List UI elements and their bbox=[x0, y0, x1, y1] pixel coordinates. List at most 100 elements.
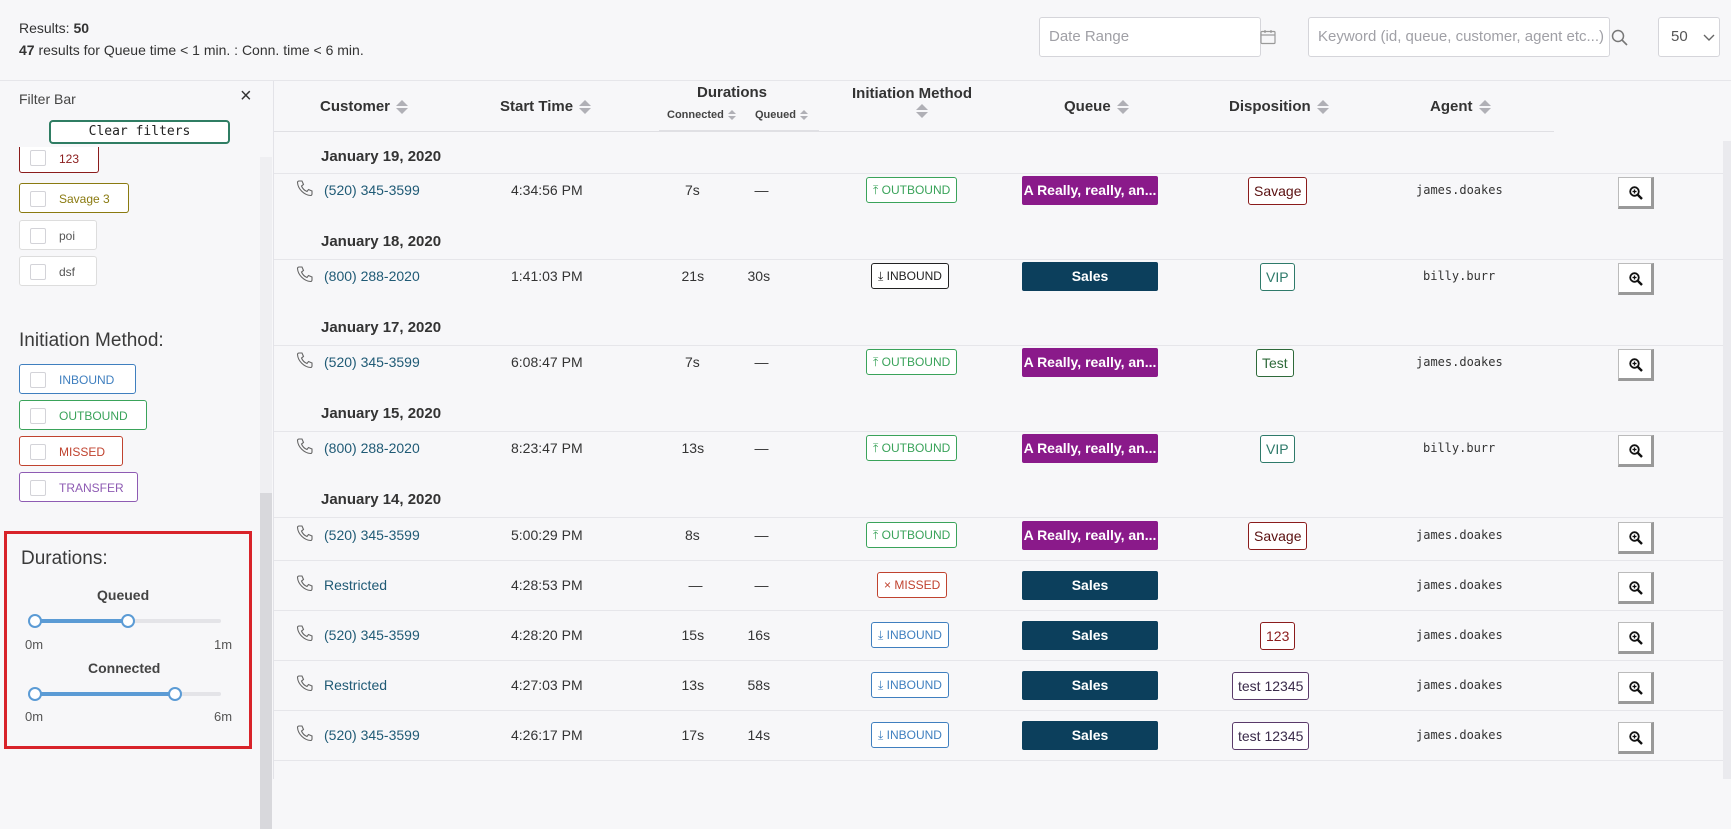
filtered-count: 47 bbox=[19, 42, 35, 58]
agent-name: james.doakes bbox=[1416, 183, 1503, 197]
phone-icon bbox=[296, 525, 313, 542]
disposition-badge: 123 bbox=[1260, 622, 1296, 650]
sort-icon[interactable] bbox=[1316, 100, 1329, 115]
connected-min-handle[interactable] bbox=[28, 687, 42, 701]
connected-max-handle[interactable] bbox=[167, 687, 182, 701]
filter-chip-outbound[interactable]: OUTBOUND bbox=[19, 400, 147, 430]
initiation-method-badge: ⤓ INBOUND bbox=[871, 672, 949, 698]
sort-icon[interactable] bbox=[916, 104, 928, 118]
col-initiation-method[interactable]: Initiation Method bbox=[852, 85, 972, 102]
queue-badge: A Really, really, an... bbox=[1022, 521, 1158, 550]
date-group-header: January 15, 2020 bbox=[321, 405, 442, 422]
date-group-header: January 18, 2020 bbox=[321, 233, 442, 250]
date-range-input[interactable]: Date Range bbox=[1039, 17, 1276, 57]
date-range-placeholder: Date Range bbox=[1049, 28, 1130, 45]
filter-chip-123[interactable]: 123 bbox=[19, 147, 99, 173]
queue-badge: Sales bbox=[1022, 671, 1158, 700]
sort-icon[interactable] bbox=[799, 110, 808, 121]
col-connected[interactable]: Connected bbox=[667, 109, 736, 121]
col-disposition[interactable]: Disposition bbox=[1229, 98, 1329, 115]
start-time: 4:28:53 PM bbox=[511, 577, 583, 593]
customer-link[interactable]: (800) 288-2020 bbox=[324, 440, 420, 456]
chip-label: MISSED bbox=[59, 445, 106, 459]
col-customer[interactable]: Customer bbox=[320, 98, 409, 115]
connected-duration: 13s bbox=[681, 677, 705, 693]
chip-checkbox[interactable] bbox=[30, 264, 46, 280]
col-queue-label: Queue bbox=[1064, 98, 1111, 115]
sort-icon[interactable] bbox=[1478, 100, 1491, 115]
start-time: 4:26:17 PM bbox=[511, 727, 583, 743]
clear-filters-button[interactable]: Clear filters bbox=[49, 120, 230, 144]
queued-min-label: 0m bbox=[25, 637, 44, 652]
customer-link[interactable]: (520) 345-3599 bbox=[324, 354, 420, 370]
filter-chip-poi[interactable]: poi bbox=[19, 220, 97, 250]
sort-icon[interactable] bbox=[579, 100, 592, 115]
chip-checkbox[interactable] bbox=[30, 408, 46, 424]
col-start-time-label: Start Time bbox=[500, 98, 574, 115]
view-details-button[interactable] bbox=[1618, 572, 1654, 604]
keyword-search-input[interactable]: Keyword (id, queue, customer, agent etc.… bbox=[1308, 17, 1628, 57]
connected-duration: 8s bbox=[685, 527, 700, 543]
filter-scroll-track bbox=[260, 157, 272, 497]
sort-icon[interactable] bbox=[1116, 100, 1129, 115]
disposition-badge: test 12345 bbox=[1232, 722, 1310, 750]
view-details-button[interactable] bbox=[1618, 263, 1654, 295]
close-filter-bar-icon[interactable]: × bbox=[240, 85, 252, 108]
customer-link[interactable]: (800) 288-2020 bbox=[324, 268, 420, 284]
customer-link[interactable]: (520) 345-3599 bbox=[324, 182, 420, 198]
phone-icon bbox=[296, 438, 313, 455]
chip-checkbox[interactable] bbox=[30, 228, 46, 244]
queue-badge: A Really, really, an... bbox=[1022, 176, 1158, 205]
filter-chip-missed[interactable]: MISSED bbox=[19, 436, 123, 466]
chip-checkbox[interactable] bbox=[30, 480, 46, 496]
connected-max-label: 6m bbox=[214, 709, 233, 724]
table-scrollbar[interactable] bbox=[1723, 141, 1731, 779]
chip-checkbox[interactable] bbox=[30, 444, 46, 460]
queued-duration: 16s bbox=[747, 627, 771, 643]
col-queued[interactable]: Queued bbox=[755, 109, 808, 121]
view-details-button[interactable] bbox=[1618, 435, 1654, 467]
chip-checkbox[interactable] bbox=[30, 372, 46, 388]
col-queued-label: Queued bbox=[755, 109, 796, 121]
col-agent-label: Agent bbox=[1430, 98, 1473, 115]
queued-max-handle[interactable] bbox=[121, 614, 135, 628]
col-queue[interactable]: Queue bbox=[1064, 98, 1129, 115]
col-start-time[interactable]: Start Time bbox=[500, 98, 592, 115]
initiation-method-badge: ⤒ OUTBOUND bbox=[866, 349, 958, 375]
start-time: 4:27:03 PM bbox=[511, 677, 583, 693]
zoom-in-icon bbox=[1629, 272, 1643, 286]
filter-chip-inbound[interactable]: INBOUND bbox=[19, 364, 136, 394]
view-details-button[interactable] bbox=[1618, 672, 1654, 704]
row-divider bbox=[274, 660, 1731, 661]
customer-link[interactable]: (520) 345-3599 bbox=[324, 727, 420, 743]
view-details-button[interactable] bbox=[1618, 622, 1654, 654]
view-details-button[interactable] bbox=[1618, 722, 1654, 754]
filtered-text: results for Queue time < 1 min. : Conn. … bbox=[38, 42, 364, 58]
chip-checkbox[interactable] bbox=[30, 150, 46, 166]
page-size-select[interactable]: 50 bbox=[1658, 17, 1720, 57]
filter-chip-transfer[interactable]: TRANSFER bbox=[19, 472, 138, 502]
filter-chip-dsf[interactable]: dsf bbox=[19, 256, 97, 286]
connected-duration: 21s bbox=[681, 268, 705, 284]
results-label: Results: bbox=[19, 20, 70, 36]
col-agent[interactable]: Agent bbox=[1430, 98, 1491, 115]
customer-link[interactable]: Restricted bbox=[324, 577, 387, 593]
view-details-button[interactable] bbox=[1618, 522, 1654, 554]
view-details-button[interactable] bbox=[1618, 177, 1654, 209]
search-icon[interactable] bbox=[1611, 29, 1628, 46]
chip-checkbox[interactable] bbox=[30, 191, 46, 207]
sort-icon[interactable] bbox=[727, 110, 736, 121]
disposition-badge: Savage bbox=[1248, 177, 1308, 205]
calendar-icon[interactable] bbox=[1260, 29, 1276, 45]
queued-min-handle[interactable] bbox=[28, 614, 42, 628]
keyword-placeholder: Keyword (id, queue, customer, agent etc.… bbox=[1318, 28, 1604, 45]
customer-link[interactable]: Restricted bbox=[324, 677, 387, 693]
filter-chip-savage-3[interactable]: Savage 3 bbox=[19, 183, 129, 213]
connected-duration: 7s bbox=[685, 182, 700, 198]
customer-link[interactable]: (520) 345-3599 bbox=[324, 527, 420, 543]
agent-name: james.doakes bbox=[1416, 728, 1503, 742]
customer-link[interactable]: (520) 345-3599 bbox=[324, 627, 420, 643]
view-details-button[interactable] bbox=[1618, 349, 1654, 381]
row-divider bbox=[274, 560, 1731, 561]
sort-icon[interactable] bbox=[396, 100, 409, 115]
